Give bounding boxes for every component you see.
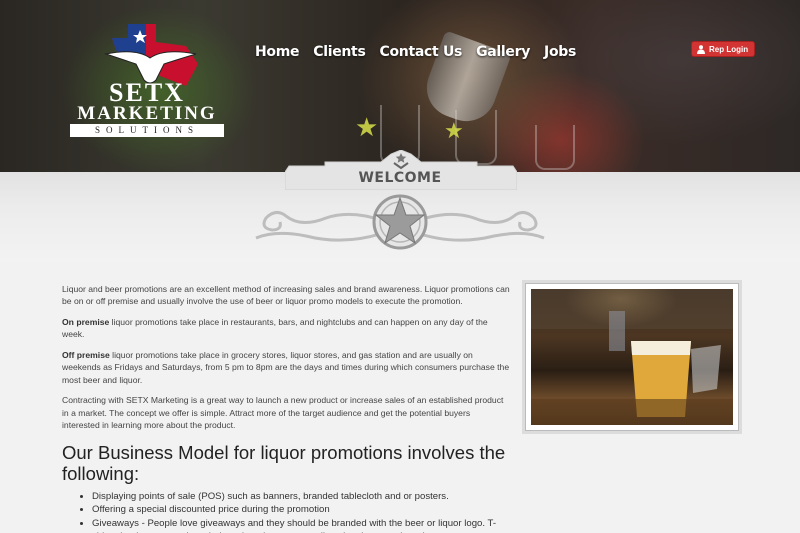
- logo-line-2: MARKETING: [77, 103, 217, 124]
- star-garnish-icon: ★: [444, 118, 464, 143]
- nav-gallery[interactable]: Gallery: [476, 44, 530, 60]
- on-premise-text: liquor promotions take place in restaura…: [62, 316, 488, 340]
- beer-photo: [531, 289, 733, 425]
- list-item: Offering a special discounted price duri…: [92, 503, 510, 516]
- main-nav: Home Clients Contact Us Gallery Jobs: [255, 44, 576, 60]
- beer-photo-frame: [525, 283, 739, 431]
- contracting-paragraph: Contracting with SETX Marketing is a gre…: [62, 395, 504, 431]
- list-item: Displaying points of sale (POS) such as …: [92, 490, 510, 503]
- business-model-list: Displaying points of sale (POS) such as …: [62, 490, 510, 533]
- glass-image: [535, 125, 575, 170]
- off-premise-paragraph: Off premise liquor promotions take place…: [62, 349, 510, 386]
- star-scroll-ornament-icon: [255, 194, 545, 250]
- off-premise-text: liquor promotions take place in grocery …: [62, 349, 510, 385]
- rep-login-button[interactable]: Rep Login: [691, 41, 756, 57]
- business-model-heading: Our Business Model for liquor promotions…: [62, 441, 506, 484]
- rep-login-label: Rep Login: [709, 44, 749, 54]
- nav-jobs[interactable]: Jobs: [544, 44, 576, 60]
- beer-glass-image: [531, 289, 733, 425]
- nav-home[interactable]: Home: [255, 44, 300, 60]
- nav-contact-us[interactable]: Contact Us: [379, 44, 462, 60]
- on-premise-label: On premise: [62, 316, 110, 327]
- nav-clients[interactable]: Clients: [313, 44, 366, 60]
- site-logo[interactable]: SETX MARKETING SOLUTIONS: [66, 20, 226, 137]
- main-content: Liquor and beer promotions are an excell…: [62, 283, 510, 533]
- off-premise-label: Off premise: [62, 349, 110, 360]
- on-premise-paragraph: On premise liquor promotions take place …: [62, 316, 510, 341]
- user-icon: [697, 44, 705, 54]
- welcome-heading: WELCOME: [358, 170, 442, 186]
- list-item: Giveaways - People love giveaways and th…: [92, 517, 510, 533]
- intro-paragraph: Liquor and beer promotions are an excell…: [62, 284, 510, 307]
- logo-line-3: SOLUTIONS: [70, 124, 224, 137]
- star-garnish-icon: ★: [355, 112, 379, 142]
